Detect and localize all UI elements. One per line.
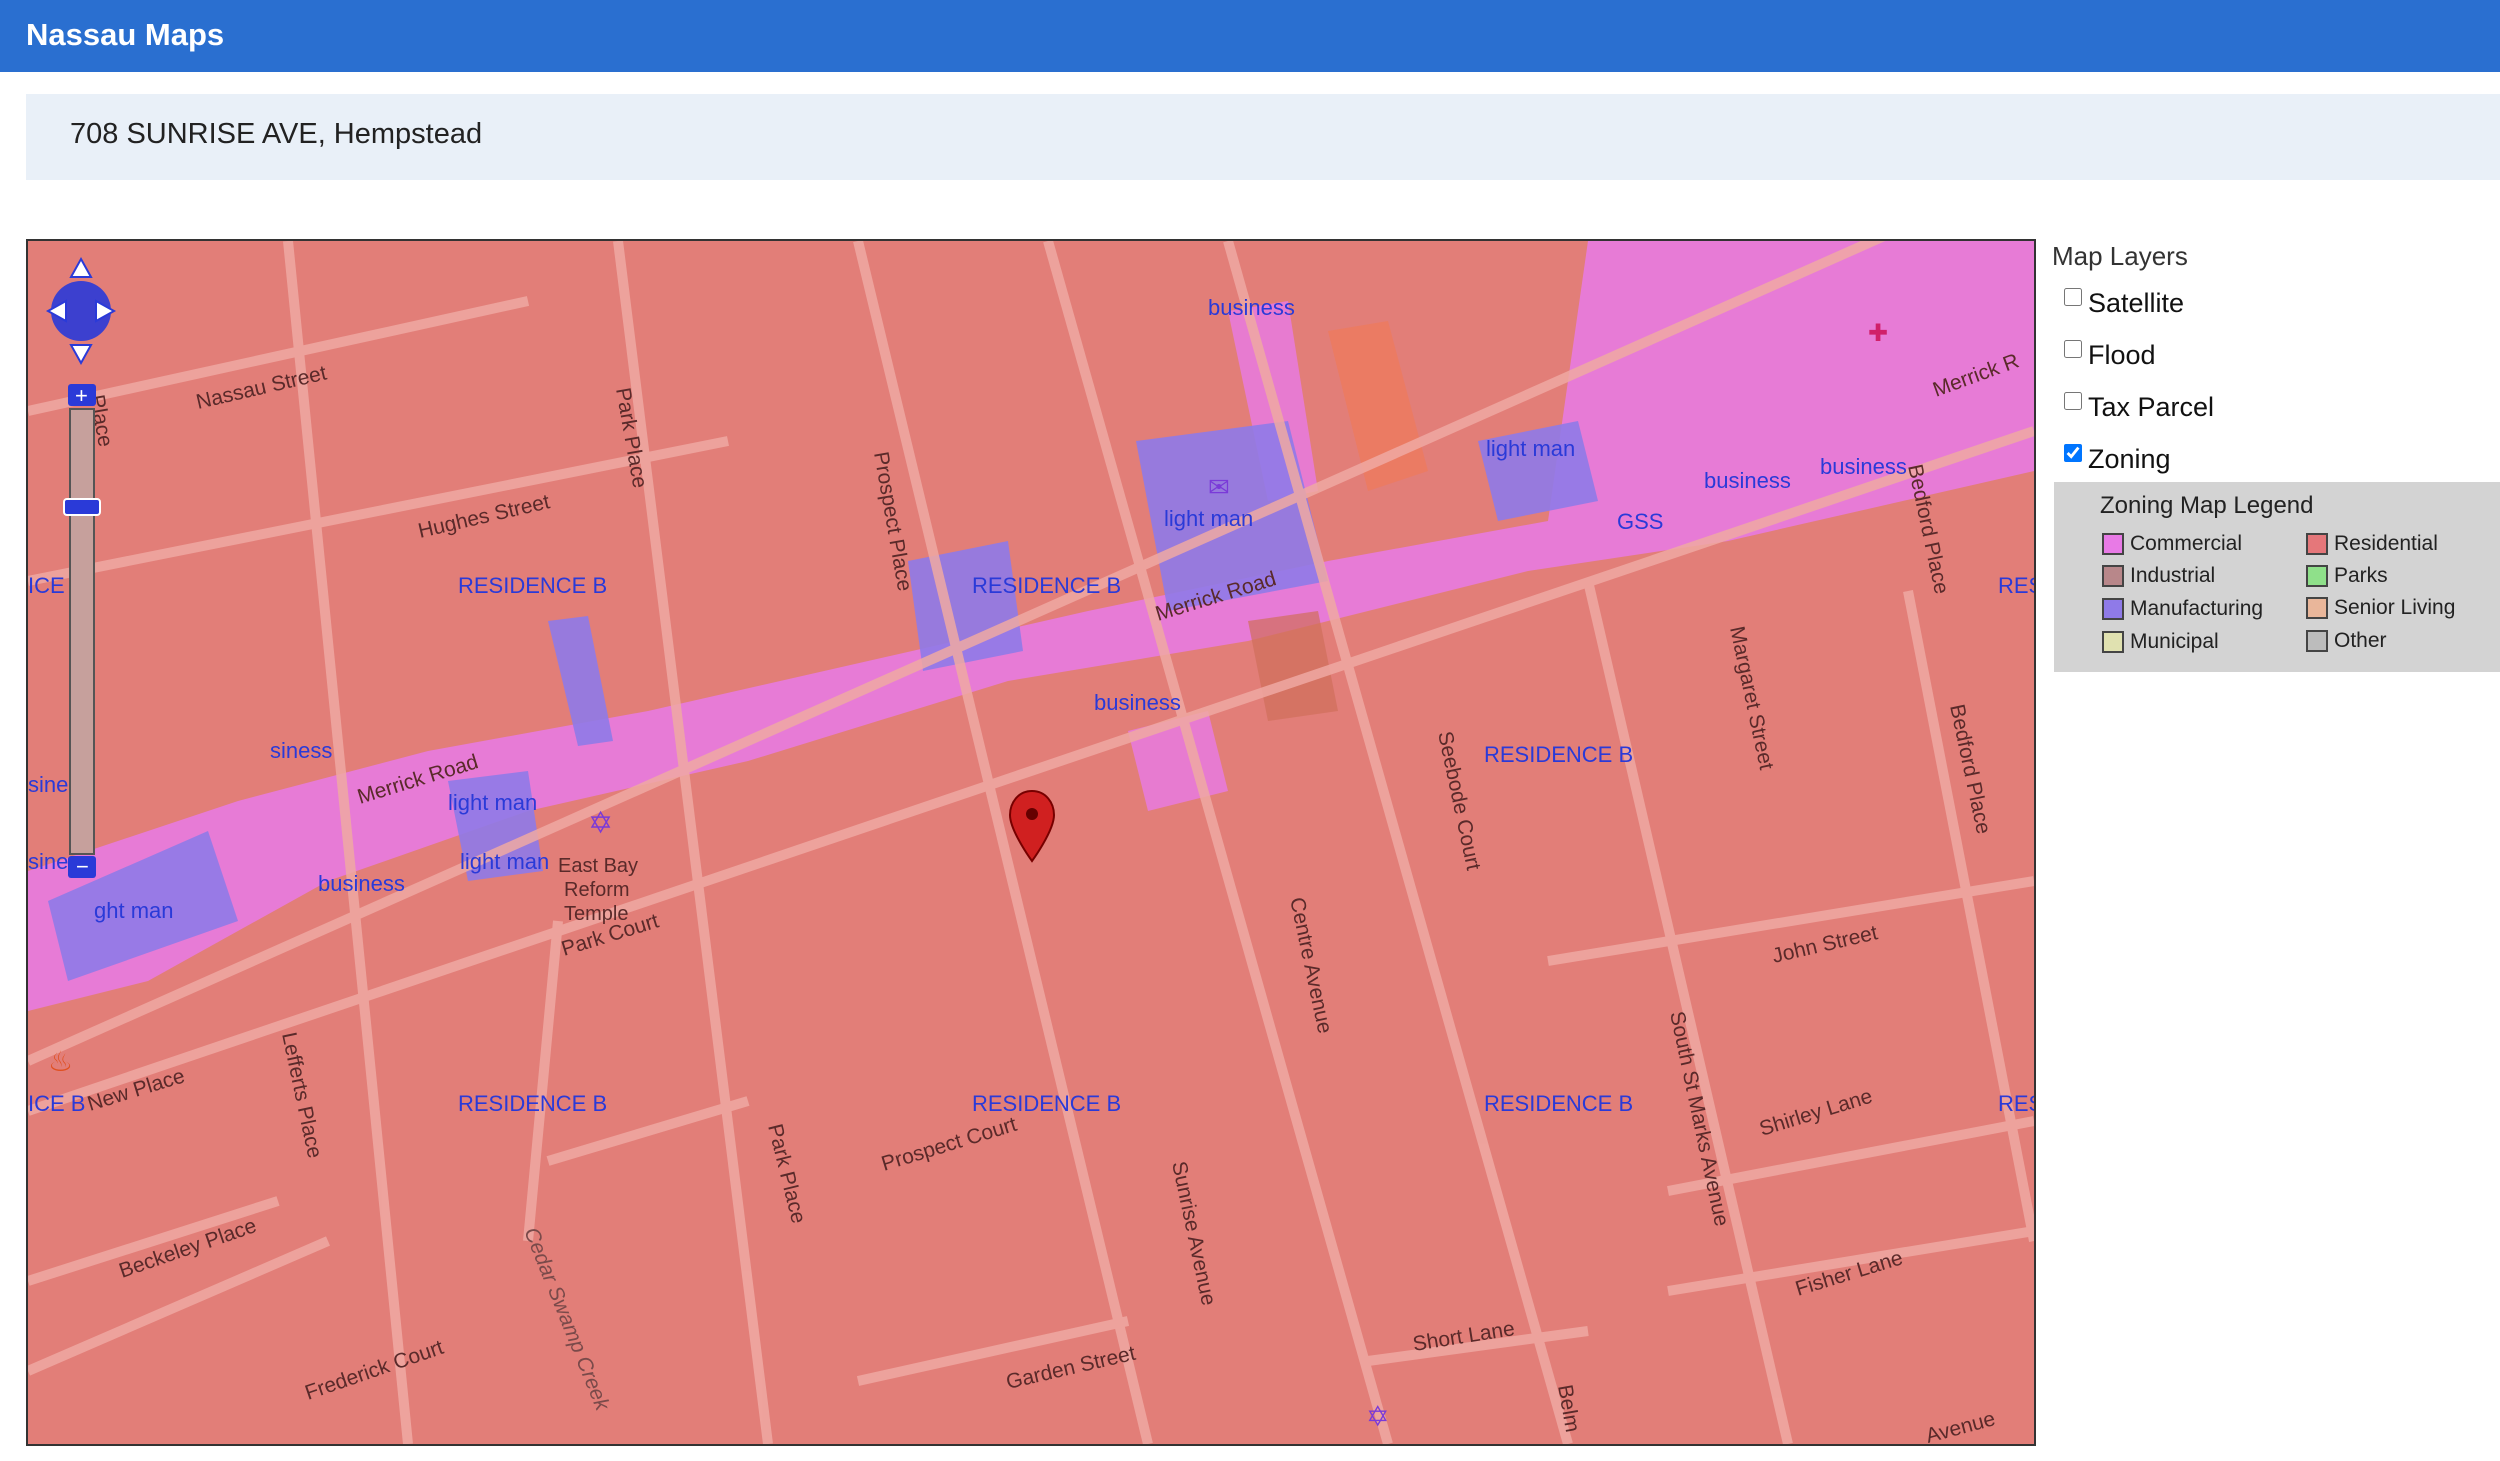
address-bar: 708 SUNRISE AVE, Hempstead: [26, 94, 2500, 180]
legend-title: Zoning Map Legend: [2100, 492, 2314, 519]
layer-satellite[interactable]: Satellite: [2052, 277, 2500, 329]
layers-panel: Map Layers Satellite Flood Tax Parcel Zo…: [2052, 239, 2500, 485]
zone-label: business: [1094, 690, 1181, 715]
legend-label: Residential: [2334, 532, 2438, 555]
zone-label: RESIDENCE B: [972, 1091, 1121, 1116]
layer-zoning[interactable]: Zoning: [2052, 433, 2500, 485]
legend-label: Manufacturing: [2130, 597, 2264, 620]
plus-icon: +: [75, 383, 88, 408]
legend-item: Other: [2306, 627, 2387, 655]
app-header: Nassau Maps: [0, 0, 2500, 72]
map-viewport[interactable]: RESIDENCE B RESIDENCE B RESIDENCE B RESI…: [26, 239, 2036, 1446]
minus-icon: −: [76, 854, 89, 879]
zone-label: RESIDENCE B: [1484, 742, 1633, 767]
legend-item: Manufacturing: [2102, 595, 2263, 623]
zone-label: RESIDENCE B: [458, 1091, 607, 1116]
zone-label: ght man: [94, 898, 174, 923]
star-of-david-icon: ✡: [588, 807, 613, 840]
zoning-legend: Zoning Map Legend Commercial Industrial …: [2054, 482, 2500, 672]
legend-swatch: [2306, 630, 2328, 652]
zone-label: light man: [1486, 436, 1575, 461]
manufacturing-zone: [908, 541, 1023, 671]
fire-station-icon[interactable]: ♨: [48, 1046, 73, 1077]
legend-swatch: [2102, 565, 2124, 587]
legend-label: Other: [2334, 629, 2387, 652]
layer-flood-checkbox[interactable]: [2064, 340, 2082, 358]
zone-label: business: [1208, 295, 1295, 320]
zone-label: siness: [270, 738, 332, 763]
app-title: Nassau Maps: [26, 17, 225, 52]
zone-label: ICE B: [28, 1091, 85, 1116]
zone-label: RESIDENCE B: [972, 573, 1121, 598]
poi-label: Temple: [564, 903, 628, 925]
zone-label: RESIDENCE B: [458, 573, 607, 598]
legend-item: Commercial: [2102, 530, 2242, 558]
zone-label: RESIDENCE B: [1484, 1091, 1633, 1116]
legend-swatch: [2102, 631, 2124, 653]
legend-label: Parks: [2334, 564, 2388, 587]
zone-label: light man: [1164, 506, 1253, 531]
address-text: 708 SUNRISE AVE, Hempstead: [70, 118, 483, 150]
zone-label: GSS: [1617, 509, 1663, 534]
zone-label: business: [318, 871, 405, 896]
legend-swatch: [2102, 533, 2124, 555]
legend-label: Senior Living: [2334, 596, 2456, 619]
zoom-slider-track[interactable]: [69, 408, 95, 855]
legend-item: Senior Living: [2306, 594, 2455, 622]
mail-icon[interactable]: ✉: [1208, 472, 1230, 502]
layer-flood[interactable]: Flood: [2052, 329, 2500, 381]
layer-label: Tax Parcel: [2088, 391, 2215, 422]
star-of-david-icon[interactable]: ✡: [1366, 1401, 1389, 1432]
legend-swatch: [2306, 533, 2328, 555]
zone-label: light man: [460, 849, 549, 874]
poi-label: Reform: [564, 879, 630, 901]
layer-satellite-checkbox[interactable]: [2064, 288, 2082, 306]
legend-item: Residential: [2306, 530, 2438, 558]
poi-label: East Bay: [558, 855, 638, 877]
legend-label: Industrial: [2130, 564, 2216, 587]
layer-tax-parcel-checkbox[interactable]: [2064, 392, 2082, 410]
legend-label: Municipal: [2130, 630, 2219, 653]
layer-zoning-checkbox[interactable]: [2064, 444, 2082, 462]
legend-swatch: [2102, 598, 2124, 620]
layers-panel-title: Map Layers: [2052, 241, 2188, 271]
zone-label: business: [1704, 468, 1791, 493]
legend-item: Municipal: [2102, 628, 2219, 656]
zone-label: light man: [448, 790, 537, 815]
zone-label: RES: [1998, 573, 2034, 598]
zoom-slider-handle[interactable]: [63, 498, 101, 516]
zone-label: business: [1820, 454, 1907, 479]
legend-swatch: [2306, 597, 2328, 619]
layer-label: Zoning: [2088, 443, 2171, 474]
legend-item: Industrial: [2102, 562, 2215, 590]
legend-swatch: [2306, 565, 2328, 587]
layer-label: Satellite: [2088, 287, 2185, 318]
layer-tax-parcel[interactable]: Tax Parcel: [2052, 381, 2500, 433]
legend-item: Parks: [2306, 562, 2388, 590]
map-canvas[interactable]: RESIDENCE B RESIDENCE B RESIDENCE B RESI…: [28, 241, 2034, 1444]
layer-label: Flood: [2088, 339, 2156, 370]
zone-label: RES: [1998, 1091, 2034, 1116]
legend-label: Commercial: [2130, 532, 2243, 555]
pharmacy-icon[interactable]: ✚: [1868, 320, 1888, 347]
